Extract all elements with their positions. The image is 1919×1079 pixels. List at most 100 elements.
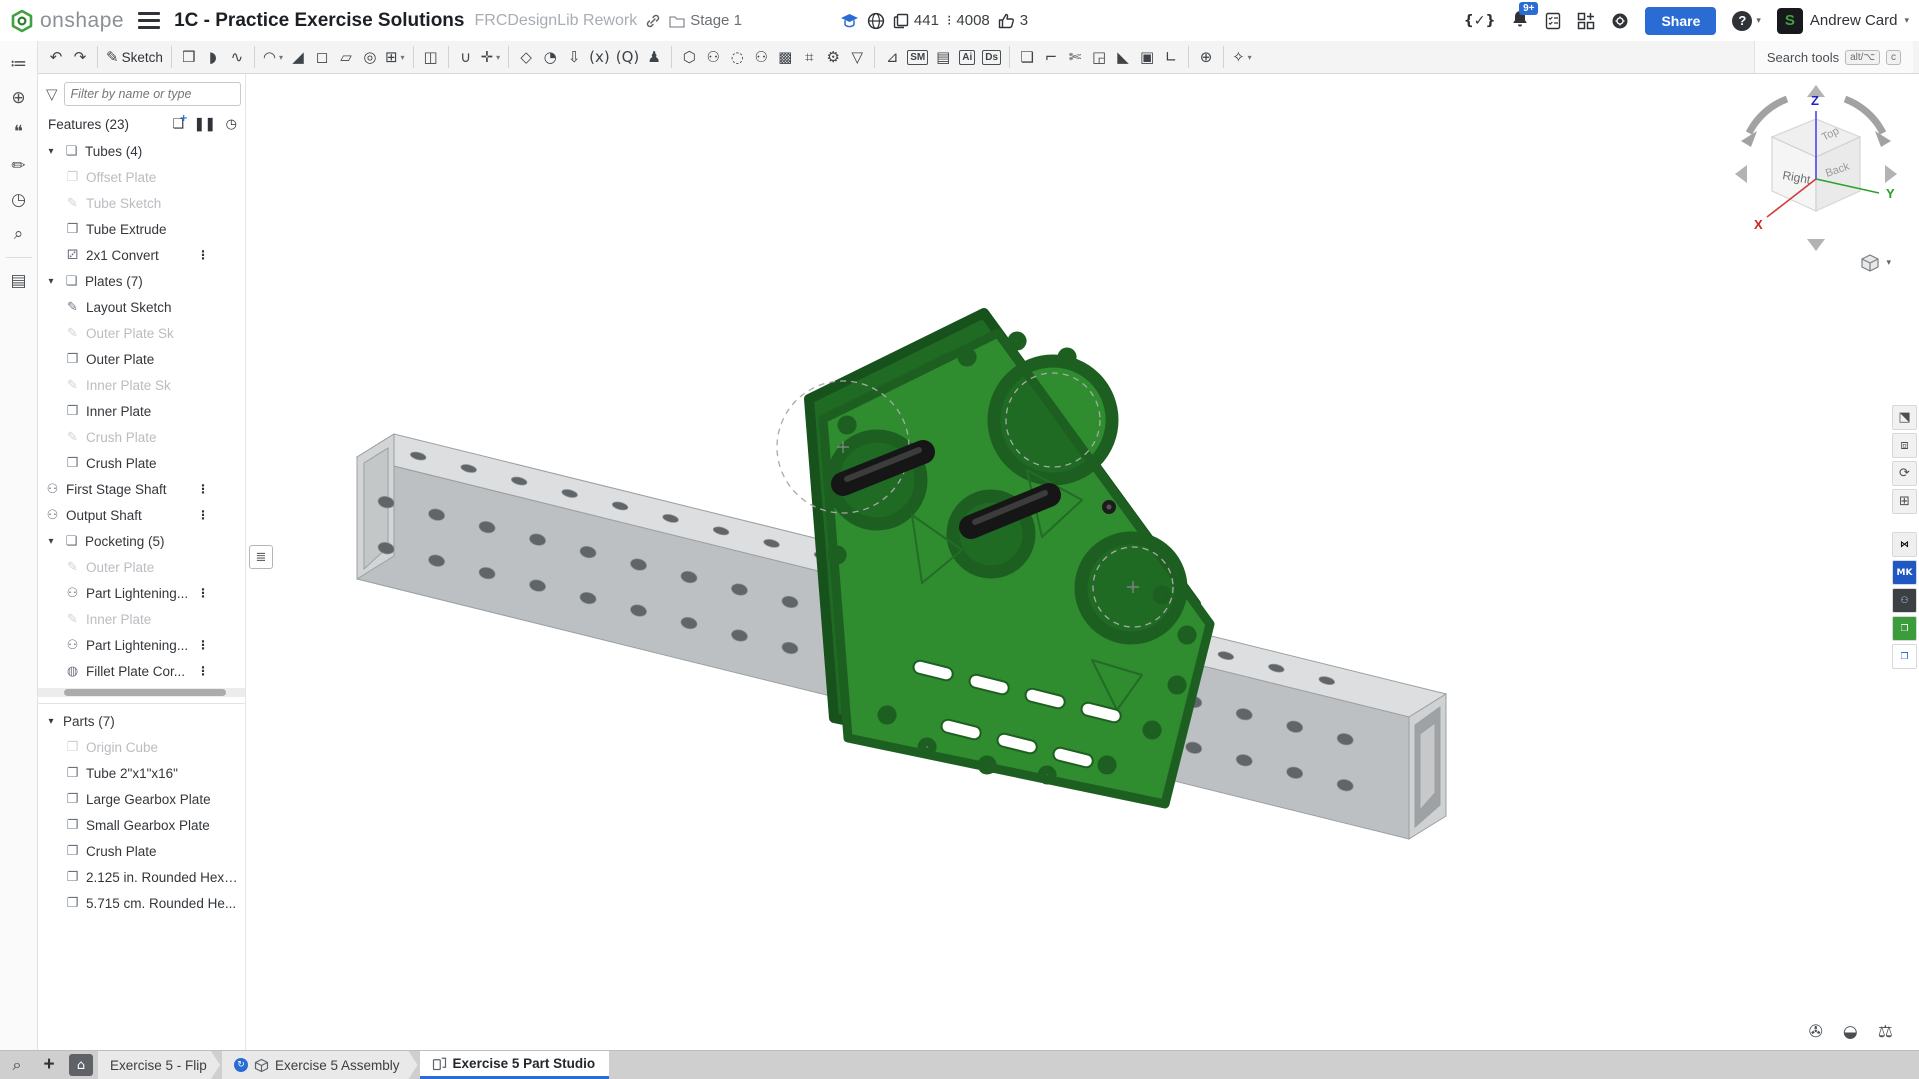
- green-manual-app-icon[interactable]: ❐: [1892, 616, 1917, 641]
- feature-tree-item[interactable]: ▾ ◍ Fillet Plate Cor... ⋮: [38, 658, 245, 684]
- feature-tree-item[interactable]: ▾ ❏ Pocketing (5) ⋮: [38, 528, 245, 554]
- protractor-icon[interactable]: ◒: [1843, 1022, 1858, 1042]
- feature-menu-dots-icon[interactable]: ⋮: [197, 664, 209, 678]
- feature-tree-item[interactable]: ▾ ❒ Inner Plate ⋮: [38, 398, 245, 424]
- undo-icon[interactable]: ↶ ▾: [44, 44, 68, 70]
- bend-icon[interactable]: ⌐ ▾: [1039, 44, 1063, 70]
- part-list-item[interactable]: ❐ Crush Plate: [38, 838, 245, 864]
- ai-icon[interactable]: Ai ▾: [955, 44, 979, 70]
- measure-angle-icon[interactable]: ⊿ ▾: [880, 44, 904, 70]
- feature-tree-item[interactable]: ▾ ❒ Outer Plate ⋮: [38, 346, 245, 372]
- tab-exercise5-part-studio[interactable]: Exercise 5 Part Studio: [420, 1051, 610, 1079]
- tab-exercise5-assembly[interactable]: ↻ Exercise 5 Assembly: [222, 1051, 418, 1079]
- plane-icon[interactable]: ◇ ▾: [514, 44, 538, 70]
- feature-tree-item[interactable]: ▾ ❏ Plates (7) ⋮: [38, 268, 245, 294]
- feature-tree-item[interactable]: ▾ ⚇ Part Lightening... ⋮: [38, 632, 245, 658]
- origin-target-icon[interactable]: ⊕ ▾: [1194, 44, 1218, 70]
- tree-caret-icon[interactable]: ▾: [44, 716, 58, 727]
- likes-stat[interactable]: 3: [998, 12, 1028, 29]
- hamburger-menu-icon[interactable]: [138, 12, 160, 29]
- notes-icon[interactable]: ✏: [4, 151, 34, 181]
- boolean-icon[interactable]: ∪ ▾: [454, 44, 478, 70]
- config-table-panel-icon[interactable]: ⊞: [1892, 489, 1917, 514]
- filter-feature-icon[interactable]: ▽ ▾: [845, 44, 869, 70]
- revolve-icon[interactable]: ◗ ▾: [201, 44, 225, 70]
- hole-icon[interactable]: ◎ ▾: [358, 44, 382, 70]
- appearance-icon[interactable]: ▩ ▾: [773, 44, 797, 70]
- mirror-icon[interactable]: ◫ ▾: [419, 44, 443, 70]
- ai-assistant-icon[interactable]: [1611, 12, 1629, 30]
- tape-measure-icon[interactable]: ✇: [1809, 1022, 1823, 1042]
- part-list-item[interactable]: ❐ Origin Cube: [38, 734, 245, 760]
- public-globe-icon[interactable]: [867, 12, 885, 30]
- wedge-icon[interactable]: ◣ ▾: [1111, 44, 1135, 70]
- model-canvas[interactable]: [247, 75, 1919, 1050]
- notifications-button[interactable]: 9+: [1511, 9, 1529, 33]
- feature-tree-item[interactable]: ▾ ✎ Layout Sketch ⋮: [38, 294, 245, 320]
- tree-caret-icon[interactable]: ▾: [44, 276, 58, 287]
- feature-tree-item[interactable]: ▾ ✎ Tube Sketch ⋮: [38, 190, 245, 216]
- feature-tree-item[interactable]: ▾ ⚇ Output Shaft ⋮: [38, 502, 245, 528]
- derived-part-icon[interactable]: ❏ ▾: [1015, 44, 1039, 70]
- feature-menu-dots-icon[interactable]: ⋮: [197, 508, 209, 522]
- mannequin-icon[interactable]: ♟ ▾: [642, 44, 666, 70]
- rollback-clock-icon[interactable]: ◷: [226, 117, 237, 132]
- app-store-icon[interactable]: [1577, 12, 1595, 30]
- search-tools[interactable]: Search tools alt/⌥ c: [1754, 41, 1913, 73]
- filter-funnel-icon[interactable]: ▽: [46, 85, 58, 103]
- tree-caret-icon[interactable]: ▾: [44, 536, 58, 547]
- mate-connector-icon[interactable]: ⬡ ▾: [677, 44, 701, 70]
- transform-icon[interactable]: ✛ ▾: [478, 44, 504, 70]
- gear-feature-icon[interactable]: ⚙ ▾: [821, 44, 845, 70]
- new-folder-icon[interactable]: ❏+: [172, 117, 184, 132]
- butterfly-app-icon[interactable]: ⋈: [1892, 532, 1917, 557]
- graphics-viewport[interactable]: Top Right Back Z X Y ▾ ⬔ ⧈ ⟳: [247, 75, 1919, 1050]
- view-options-button[interactable]: ▾: [1860, 253, 1891, 273]
- feature-tree-item[interactable]: ▾ ⚇ Part Lightening... ⋮: [38, 580, 245, 606]
- sweep-icon[interactable]: ∿ ▾: [225, 44, 249, 70]
- featurescript-check-icon[interactable]: {✓}: [1464, 13, 1496, 29]
- shell-icon[interactable]: ◻ ▾: [310, 44, 334, 70]
- pattern-icon[interactable]: ⊞ ▾: [382, 44, 408, 70]
- sheet-metal-flat-icon[interactable]: ▤ ▾: [931, 44, 955, 70]
- features-list-icon[interactable]: ≔: [4, 49, 34, 79]
- feature-tree-item[interactable]: ▾ ✎ Outer Plate Sk ⋮: [38, 320, 245, 346]
- validate-icon[interactable]: ▣ ▾: [1135, 44, 1159, 70]
- features-flyout-handle[interactable]: ≣: [249, 545, 273, 569]
- history-icon[interactable]: ◷: [4, 185, 34, 215]
- part-list-item[interactable]: ❐ 5.715 cm. Rounded He...: [38, 890, 245, 916]
- feature-menu-dots-icon[interactable]: ⋮: [197, 482, 209, 496]
- feature-tree-item[interactable]: ▾ ✎ Outer Plate ⋮: [38, 554, 245, 580]
- link-icon[interactable]: [645, 13, 661, 29]
- frame-icon[interactable]: ⌗ ▾: [797, 44, 821, 70]
- chamfer-icon[interactable]: ◢ ▾: [286, 44, 310, 70]
- part-list-item[interactable]: ❐ Tube 2"x1"x16": [38, 760, 245, 786]
- mk-app-icon[interactable]: MK: [1892, 560, 1917, 585]
- robot-app-icon[interactable]: ⚇: [1892, 588, 1917, 613]
- import-icon[interactable]: ⇩ ▾: [562, 44, 586, 70]
- appearance-panel-icon[interactable]: ⬔: [1892, 405, 1917, 430]
- tree-caret-icon[interactable]: ▾: [44, 146, 58, 157]
- feature-tree-item[interactable]: ▾ ⚂ 2x1 Convert ⋮: [38, 242, 245, 268]
- feature-tree-item[interactable]: ▾ ❒ Offset Plate ⋮: [38, 164, 245, 190]
- feature-menu-dots-icon[interactable]: ⋮: [197, 248, 209, 262]
- feature-menu-dots-icon[interactable]: ⋮: [197, 586, 209, 600]
- share-button[interactable]: Share: [1645, 7, 1716, 35]
- callout-icon[interactable]: ◌ ▾: [725, 44, 749, 70]
- feature-tree-item[interactable]: ▾ ❒ Crush Plate ⋮: [38, 450, 245, 476]
- mass-properties-icon[interactable]: ⚖: [1878, 1022, 1893, 1042]
- part-list-item[interactable]: ❐ 2.125 in. Rounded Hex ...: [38, 864, 245, 890]
- user-menu[interactable]: S Andrew Card ▾: [1777, 8, 1909, 34]
- tree-hscrollbar[interactable]: [64, 689, 226, 696]
- folder-breadcrumb[interactable]: Stage 1: [669, 12, 742, 29]
- help-menu[interactable]: ? ▾: [1732, 11, 1761, 31]
- add-tab-button[interactable]: +: [34, 1051, 64, 1079]
- feature-tree-item[interactable]: ▾ ✎ Inner Plate Sk ⋮: [38, 372, 245, 398]
- tasks-icon[interactable]: [1545, 12, 1561, 30]
- view-cube[interactable]: Top Right Back Z X Y: [1727, 79, 1905, 269]
- feature-tree-item[interactable]: ▾ ❒ Tube Extrude ⋮: [38, 216, 245, 242]
- drawing-standard-icon[interactable]: Ds ▾: [979, 44, 1004, 70]
- draft-icon[interactable]: ▱ ▾: [334, 44, 358, 70]
- corner-icon[interactable]: ◲ ▾: [1087, 44, 1111, 70]
- search-tabs-icon[interactable]: ⌕: [0, 1051, 34, 1079]
